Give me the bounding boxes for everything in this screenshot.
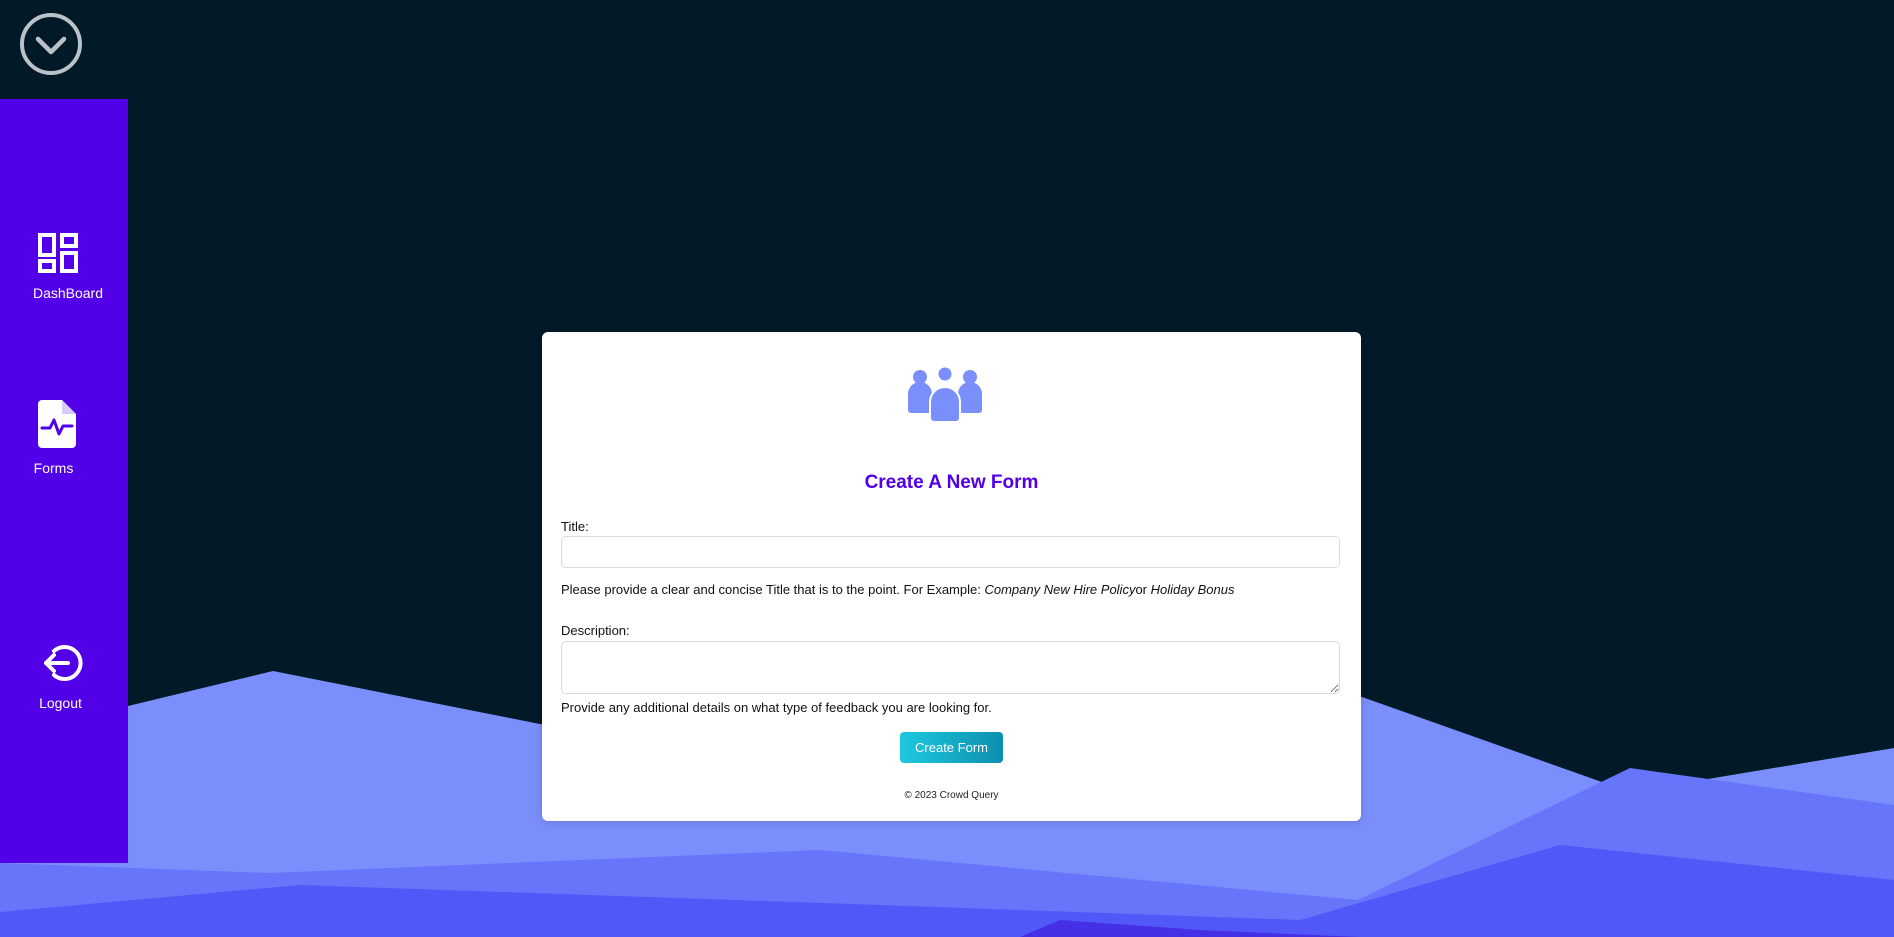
- description-helper-text: Provide any additional details on what t…: [561, 700, 992, 715]
- title-helper-text: Please provide a clear and concise Title…: [561, 582, 1234, 597]
- sidebar-item-label: Logout: [39, 695, 82, 711]
- create-form-button[interactable]: Create Form: [900, 732, 1003, 763]
- footer-copyright: © 2023 Crowd Query: [904, 790, 999, 801]
- sidebar-item-forms[interactable]: Forms: [0, 400, 128, 476]
- logout-icon: [44, 645, 83, 681]
- menu-toggle-button[interactable]: [18, 11, 84, 77]
- dashboard-icon: [38, 233, 78, 273]
- chevron-down-circle-icon: [20, 13, 82, 75]
- create-form-card: Create A New Form Title: Please provide …: [542, 332, 1361, 821]
- sidebar-item-label: DashBoard: [32, 285, 104, 301]
- description-label: Description:: [561, 623, 630, 638]
- title-helper-or: or: [1135, 582, 1151, 597]
- title-helper-example-1: Company New Hire Policy: [984, 582, 1136, 597]
- sidebar-item-label: Forms: [33, 460, 74, 476]
- file-pulse-icon: [38, 400, 76, 448]
- sidebar-item-dashboard[interactable]: DashBoard: [0, 233, 128, 301]
- sidebar: DashBoard Forms Logout: [0, 99, 128, 863]
- title-helper-example-2: Holiday Bonus: [1150, 582, 1235, 597]
- title-helper-prefix: Please provide a clear and concise Title…: [561, 582, 985, 597]
- title-label: Title:: [561, 519, 589, 534]
- people-group-icon: [908, 366, 982, 423]
- description-input[interactable]: [561, 641, 1340, 694]
- title-input[interactable]: [561, 536, 1340, 568]
- sidebar-item-logout[interactable]: Logout: [0, 643, 128, 711]
- page-title: Create A New Form: [864, 472, 1039, 493]
